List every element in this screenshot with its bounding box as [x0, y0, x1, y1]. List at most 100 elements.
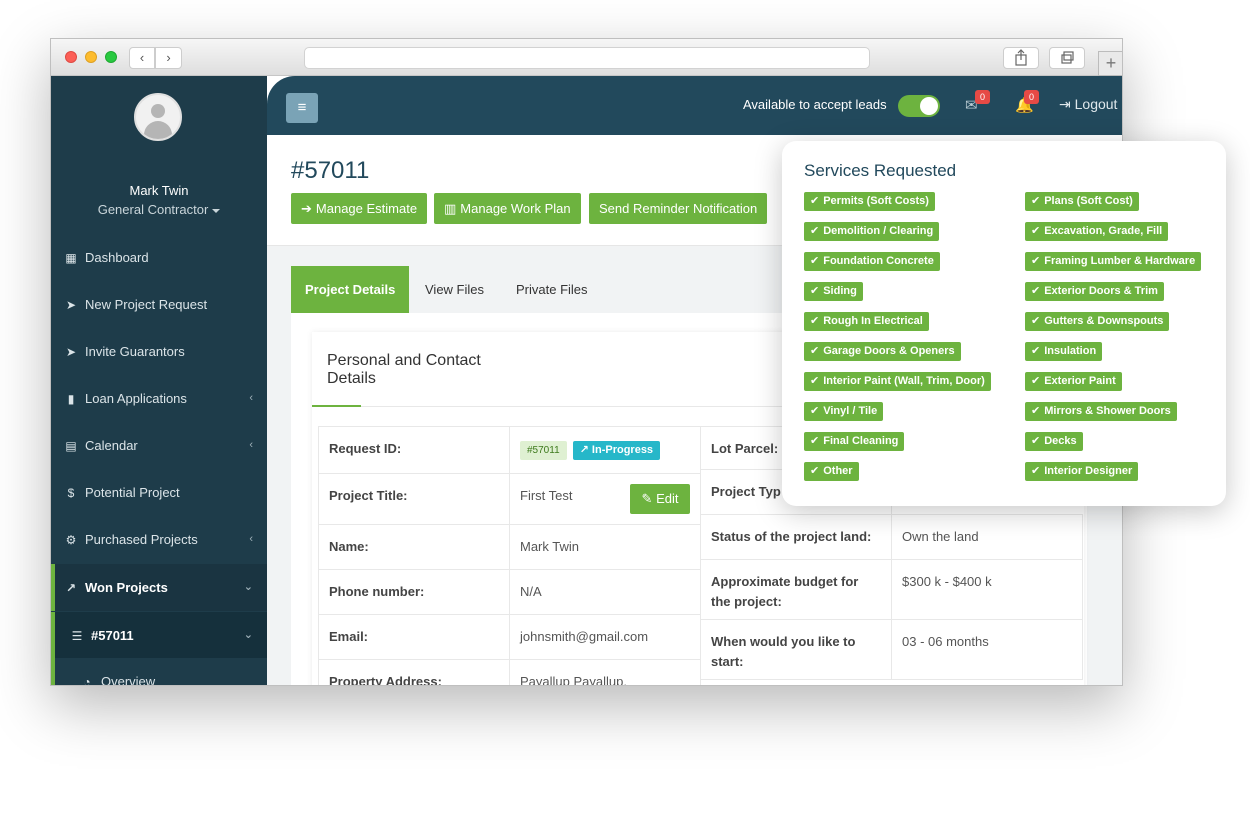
check-icon: ✔	[810, 345, 820, 357]
service-tag: ✔ Exterior Paint	[1025, 372, 1122, 391]
arrow-right-icon: ➔	[301, 201, 312, 216]
service-tag: ✔ Decks	[1025, 432, 1083, 451]
service-tag: ✔ Rough In Electrical	[804, 312, 929, 331]
line-chart-icon: ↗	[65, 581, 77, 595]
address-bar[interactable]	[304, 47, 870, 69]
sidebar-item-invite-guarantors[interactable]: ➤ Invite Guarantors	[51, 328, 267, 375]
sidebar-item-overview[interactable]: ◔ Overview	[51, 658, 267, 686]
sidebar-item-label: Purchased Projects	[85, 532, 198, 547]
service-tag: ✔ Framing Lumber & Hardware	[1025, 252, 1202, 271]
name-label: Name:	[318, 524, 510, 570]
paper-plane-icon: ➤	[65, 345, 77, 359]
service-tag: ✔ Vinyl / Tile	[804, 402, 884, 421]
start-time-value: 03 - 06 months	[891, 619, 1083, 680]
check-icon: ✔	[810, 315, 820, 327]
manage-work-plan-button[interactable]: ▥ Manage Work Plan	[434, 193, 581, 224]
browser-titlebar: ‹ › +	[51, 39, 1122, 76]
sidebar-item-calendar[interactable]: ▤ Calendar ‹	[51, 422, 267, 469]
check-icon: ✔	[810, 375, 820, 387]
service-tag: ✔ Insulation	[1025, 342, 1103, 361]
card-title: Personal and Contact Details	[327, 352, 481, 387]
dollar-icon: $	[67, 486, 75, 500]
check-icon: ✔	[810, 195, 820, 207]
avatar[interactable]	[134, 93, 182, 141]
close-window-button[interactable]	[65, 51, 77, 63]
page-title: #57011	[291, 157, 370, 184]
request-id-label: Request ID:	[318, 426, 510, 474]
budget-value: $300 k - $400 k	[891, 559, 1083, 620]
property-address-label: Property Address:	[318, 659, 510, 685]
check-icon: ✔	[810, 465, 820, 477]
sidebar-item-won-projects[interactable]: ↗ Won Projects ⌄	[51, 564, 267, 611]
check-icon: ✔	[1031, 345, 1041, 357]
minimize-window-button[interactable]	[85, 51, 97, 63]
paper-plane-icon: ➤	[65, 298, 77, 312]
logout-link[interactable]: ⇥ Logout	[1059, 96, 1117, 113]
service-tag: ✔ Gutters & Downspouts	[1025, 312, 1170, 331]
mail-count-badge: 0	[975, 90, 990, 104]
show-tabs-button[interactable]	[1049, 47, 1085, 69]
plus-icon: +	[1105, 53, 1117, 73]
project-title-value: First Test	[520, 488, 573, 503]
edit-title-button[interactable]: ✎ Edit	[630, 484, 690, 514]
service-tag: ✔ Permits (Soft Costs)	[804, 192, 935, 211]
check-icon: ✔	[1031, 375, 1041, 387]
forward-button[interactable]: ›	[155, 47, 182, 69]
sidebar-item-label: Potential Project	[85, 485, 180, 500]
manage-estimate-button[interactable]: ➔ Manage Estimate	[291, 193, 428, 224]
name-value: Mark Twin	[509, 524, 701, 570]
check-icon: ✔	[1031, 435, 1041, 447]
project-title-cell: First Test ✎ Edit	[509, 473, 701, 525]
notification-count-badge: 0	[1024, 90, 1039, 104]
tab-project-details[interactable]: Project Details	[291, 266, 410, 313]
sidebar-item-label: Overview	[101, 674, 156, 686]
list-icon: ☰	[71, 629, 83, 643]
send-reminder-button[interactable]: Send Reminder Notification	[589, 193, 768, 224]
gears-icon: ⚙	[65, 533, 77, 547]
sidebar-item-new-project-request[interactable]: ➤ New Project Request	[51, 281, 267, 328]
hamburger-icon: ≡	[297, 99, 307, 116]
phone-label: Phone number:	[318, 569, 510, 615]
edit-icon: ✎	[641, 491, 653, 506]
caret-down-icon	[212, 208, 221, 213]
sidebar-item-potential-project[interactable]: $ Potential Project	[51, 469, 267, 516]
chevron-left-icon: ‹	[249, 392, 253, 404]
new-tab-button[interactable]: +	[1098, 51, 1122, 76]
service-tag: ✔ Interior Designer	[1025, 462, 1139, 481]
sidebar-item-dashboard[interactable]: ▦ Dashboard	[51, 234, 267, 281]
share-button[interactable]	[1003, 47, 1039, 69]
sidebar-item-loan-applications[interactable]: ▮ Loan Applications ‹	[51, 375, 267, 422]
tab-view-files[interactable]: View Files	[411, 266, 498, 313]
request-id-value: #57011 ↗ In-Progress	[509, 426, 701, 474]
app-header: ≡ Available to accept leads ✉ 0 🔔 0 ⇥ Lo…	[267, 76, 1122, 135]
tab-private-files[interactable]: Private Files	[502, 266, 602, 313]
dashboard-gauge-icon: ◔	[83, 675, 91, 686]
sidebar-item-label: #57011	[91, 628, 134, 643]
budget-label: Approximate budget for the project:	[700, 559, 892, 620]
user-role-dropdown[interactable]: General Contractor	[51, 202, 267, 217]
email-value: johnsmith@gmail.com	[509, 614, 701, 660]
service-tag: ✔ Final Cleaning	[804, 432, 905, 451]
services-title: Services Requested	[804, 161, 957, 180]
line-chart-icon: ↗	[579, 444, 592, 457]
service-tag: ✔ Siding	[804, 282, 863, 301]
availability-label: Available to accept leads	[743, 97, 887, 112]
services-requested-card: Services Requested ✔ Permits (Soft Costs)…	[782, 141, 1226, 506]
service-tag: ✔ Interior Paint (Wall, Trim, Door)	[804, 372, 991, 391]
check-icon: ✔	[810, 225, 820, 237]
menu-toggle-button[interactable]: ≡	[286, 93, 318, 123]
back-button[interactable]: ‹	[129, 47, 155, 69]
check-icon: ✔	[1031, 405, 1041, 417]
service-tag: ✔ Foundation Concrete	[804, 252, 940, 271]
availability-toggle[interactable]	[898, 95, 940, 117]
sidebar-item-label: New Project Request	[85, 297, 208, 312]
chevron-right-icon: ›	[166, 50, 171, 65]
email-label: Email:	[318, 614, 510, 660]
service-tag: ✔ Other	[804, 462, 859, 481]
sidebar-item-purchased-projects[interactable]: ⚙ Purchased Projects ‹	[51, 516, 267, 563]
sign-out-icon: ⇥	[1059, 96, 1071, 112]
check-icon: ✔	[810, 285, 820, 297]
chevron-down-icon: ⌄	[243, 629, 253, 641]
maximize-window-button[interactable]	[105, 51, 117, 63]
sidebar-item-project-57011[interactable]: ☰ #57011 ⌄	[51, 612, 267, 659]
